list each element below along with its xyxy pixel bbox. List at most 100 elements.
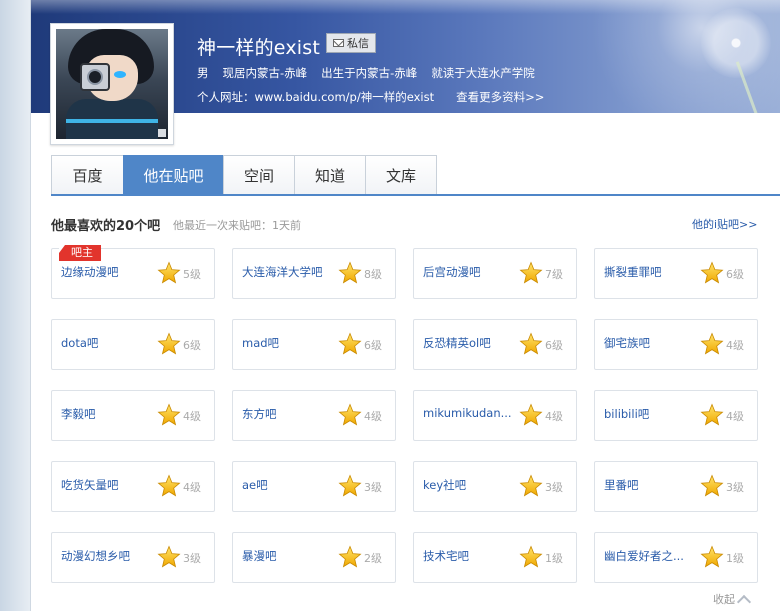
page: 神一样的exist 私信 男 现居内蒙古-赤峰 出生于内蒙古-赤峰 就读于大连水… (0, 0, 780, 611)
tab-zhidao[interactable]: 知道 (294, 155, 366, 195)
bar-card[interactable]: 东方吧 4级 (232, 390, 396, 441)
star-icon (157, 403, 181, 427)
star-icon (519, 332, 543, 356)
bar-name-link[interactable]: 东方吧 (242, 406, 338, 422)
bar-level: 1级 (545, 552, 563, 565)
bar-level: 6级 (545, 339, 563, 352)
star-icon (157, 332, 181, 356)
bar-card[interactable]: 里番吧 3级 (594, 461, 758, 512)
bar-name-link[interactable]: ae吧 (242, 477, 338, 493)
left-margin (0, 0, 31, 611)
bar-level: 8级 (364, 268, 382, 281)
star-icon (157, 261, 181, 285)
bar-name-link[interactable]: 李毅吧 (61, 406, 157, 422)
tab-label: 知道 (314, 167, 345, 185)
bar-card[interactable]: 后宫动漫吧 7级 (413, 248, 577, 299)
star-icon (700, 474, 724, 498)
star-icon (338, 545, 362, 569)
more-info-link[interactable]: 查看更多资料>> (456, 89, 544, 105)
bar-card[interactable]: dota吧 6级 (51, 319, 215, 370)
message-button-label: 私信 (347, 37, 369, 50)
bar-name-link[interactable]: 后宫动漫吧 (423, 264, 519, 280)
bar-owner-badge: 吧主 (59, 245, 101, 261)
homepage-link[interactable]: 个人网址：www.baidu.com/p/神一样的exist (197, 89, 434, 105)
message-button[interactable]: 私信 (326, 33, 376, 53)
bar-card[interactable]: key社吧 3级 (413, 461, 577, 512)
bar-name-link[interactable]: dota吧 (61, 335, 157, 351)
bar-name-link[interactable]: 里番吧 (604, 477, 700, 493)
avatar-corner (158, 129, 166, 137)
bar-card[interactable]: 李毅吧 4级 (51, 390, 215, 441)
tab-baidu[interactable]: 百度 (51, 155, 124, 195)
tab-wenku[interactable]: 文库 (365, 155, 437, 195)
bar-name-link[interactable]: 动漫幻想乡吧 (61, 548, 157, 564)
star-icon (700, 332, 724, 356)
itieba-link[interactable]: 他的i贴吧>> (692, 216, 758, 232)
bar-name-link[interactable]: bilibili吧 (604, 406, 700, 422)
bar-level: 4级 (364, 410, 382, 423)
star-icon (519, 474, 543, 498)
bar-card[interactable]: mad吧 6级 (232, 319, 396, 370)
bar-name-link[interactable]: 暴漫吧 (242, 548, 338, 564)
star-icon (338, 261, 362, 285)
bar-name-link[interactable]: 反恐精英ol吧 (423, 335, 519, 351)
star-icon (338, 403, 362, 427)
bar-level: 1级 (726, 552, 744, 565)
tab-label: 文库 (385, 167, 416, 185)
star-icon (338, 332, 362, 356)
tab-space[interactable]: 空间 (223, 155, 295, 195)
bar-name-link[interactable]: mikumikudan... (423, 406, 519, 420)
bar-name-link[interactable]: 技术宅吧 (423, 548, 519, 564)
bar-card[interactable]: 技术宅吧 1级 (413, 532, 577, 583)
bar-card[interactable]: 暴漫吧 2级 (232, 532, 396, 583)
bar-name-link[interactable]: 撕裂重罪吧 (604, 264, 700, 280)
star-icon (157, 545, 181, 569)
bar-level: 5级 (183, 268, 201, 281)
avatar-image (56, 29, 168, 139)
bar-card[interactable]: mikumikudan... 4级 (413, 390, 577, 441)
bar-card[interactable]: 吃货矢量吧 4级 (51, 461, 215, 512)
bar-card[interactable]: 反恐精英ol吧 6级 (413, 319, 577, 370)
bar-card[interactable]: ae吧 3级 (232, 461, 396, 512)
tab-label: 空间 (243, 167, 274, 185)
bar-card[interactable]: 幽白爱好者之... 1级 (594, 532, 758, 583)
user-name[interactable]: 神一样的exist (197, 33, 320, 60)
bar-name-link[interactable]: 大连海洋大学吧 (242, 264, 338, 280)
bar-name-link[interactable]: mad吧 (242, 335, 338, 351)
bar-card[interactable]: 动漫幻想乡吧 3级 (51, 532, 215, 583)
star-icon (338, 474, 362, 498)
bar-card[interactable]: 大连海洋大学吧 8级 (232, 248, 396, 299)
birthplace: 出生于内蒙古-赤峰 (321, 66, 418, 80)
collapse-label: 收起 (713, 593, 735, 606)
avatar-eye (114, 71, 126, 78)
collapse-button[interactable]: 收起 (713, 591, 752, 609)
bar-name-link[interactable]: 吃货矢量吧 (61, 477, 157, 493)
bar-name-link[interactable]: 幽白爱好者之... (604, 548, 700, 564)
product-tabs: 百度 他在贴吧 空间 知道 文库 (51, 155, 437, 195)
bar-level: 3级 (183, 552, 201, 565)
residence: 现居内蒙古-赤峰 (222, 66, 308, 80)
bar-name-link[interactable]: 御宅族吧 (604, 335, 700, 351)
bar-card[interactable]: bilibili吧 4级 (594, 390, 758, 441)
tab-tieba[interactable]: 他在贴吧 (123, 155, 224, 195)
bar-level: 4级 (726, 339, 744, 352)
star-icon (519, 545, 543, 569)
bar-card[interactable]: 撕裂重罪吧 6级 (594, 248, 758, 299)
bar-name-link[interactable]: 边缘动漫吧 (61, 264, 157, 280)
section-title: 他最喜欢的20个吧 (51, 219, 161, 234)
avatar-lens (87, 69, 103, 85)
bar-level: 3级 (364, 481, 382, 494)
star-icon (700, 545, 724, 569)
bar-level: 6级 (183, 339, 201, 352)
last-visit: 他最近一次来贴吧：1天前 (173, 219, 301, 232)
bar-name-link[interactable]: key社吧 (423, 477, 519, 493)
bar-card[interactable]: 御宅族吧 4级 (594, 319, 758, 370)
bar-level: 4级 (183, 481, 201, 494)
bar-level: 3级 (545, 481, 563, 494)
tab-underline (51, 194, 780, 196)
star-icon (700, 403, 724, 427)
star-icon (157, 474, 181, 498)
avatar[interactable] (50, 23, 174, 145)
bar-level: 4级 (726, 410, 744, 423)
school: 就读于大连水产学院 (431, 66, 535, 80)
